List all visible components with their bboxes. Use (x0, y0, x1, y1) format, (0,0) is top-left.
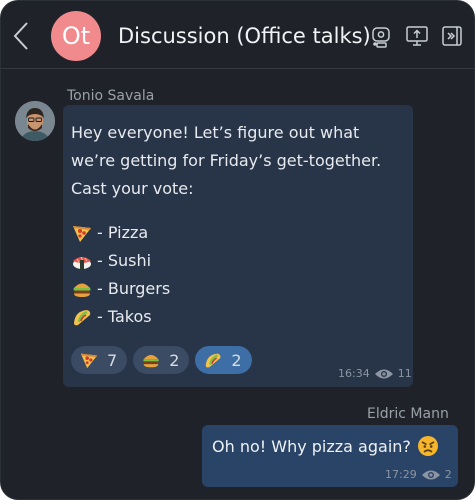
option-sushi: - Sushi (71, 247, 170, 275)
sender-name: Tonio Savala (67, 88, 155, 104)
back-button[interactable] (9, 19, 33, 53)
sender-name: Eldric Mann (367, 406, 449, 422)
angry-face-icon (417, 436, 438, 456)
taco-icon (74, 310, 91, 326)
avatar[interactable] (15, 101, 55, 141)
reaction-pizza[interactable]: 7 (71, 346, 128, 374)
pizza-icon (80, 353, 98, 369)
view-count: 2 (444, 468, 452, 481)
message-meta: 17:29 2 (385, 468, 452, 481)
chat-window: Ot Discussion (Office talks) Tonio Saval… (0, 0, 475, 500)
taco-icon (206, 353, 221, 368)
option-label: - Sushi (97, 251, 152, 270)
reaction-count: 7 (107, 350, 118, 370)
message-time: 17:29 (385, 468, 417, 481)
side-panel-icon[interactable] (440, 24, 464, 48)
chat-title: Discussion (Office talks) (118, 24, 371, 48)
view-count: 11 (397, 367, 412, 380)
message-text-row: Oh no! Why pizza again? (212, 435, 439, 457)
option-burgers: - Burgers (71, 275, 170, 303)
video-call-icon[interactable] (369, 24, 393, 48)
reaction-count: 2 (169, 350, 180, 370)
pizza-icon (73, 226, 91, 242)
option-label: - Burgers (97, 279, 171, 298)
message-bubble-outgoing[interactable]: Oh no! Why pizza again? 17:29 2 (202, 425, 458, 487)
group-avatar[interactable]: Ot (51, 11, 101, 61)
message-text: Hey everyone! Let’s figure out what we’r… (71, 123, 382, 198)
message-time: 16:34 (338, 367, 370, 380)
user-photo-icon (15, 101, 55, 141)
burger-icon (73, 283, 91, 297)
option-label: - Pizza (97, 223, 149, 242)
vote-options: - Pizza - Sushi - Burgers - Takos (71, 219, 170, 331)
message-bubble-incoming[interactable]: Hey everyone! Let’s figure out what we’r… (63, 105, 413, 387)
message-meta: 16:34 11 (338, 367, 412, 380)
option-pizza: - Pizza (71, 219, 170, 247)
option-label: - Takos (97, 307, 152, 326)
option-takos: - Takos (71, 303, 170, 331)
chat-header: Ot Discussion (Office talks) (1, 1, 474, 69)
eye-icon (374, 369, 393, 378)
eye-icon (421, 470, 440, 479)
screen-share-icon[interactable] (405, 24, 429, 48)
sushi-icon (73, 256, 91, 269)
chevron-left-icon (13, 22, 28, 50)
reactions-bar: 7 2 2 (71, 346, 252, 374)
reaction-count: 2 (231, 350, 242, 370)
burger-icon (143, 355, 159, 368)
reaction-burger[interactable]: 2 (133, 346, 190, 374)
reaction-taco[interactable]: 2 (195, 346, 252, 374)
message-text: Oh no! Why pizza again? (212, 436, 411, 456)
